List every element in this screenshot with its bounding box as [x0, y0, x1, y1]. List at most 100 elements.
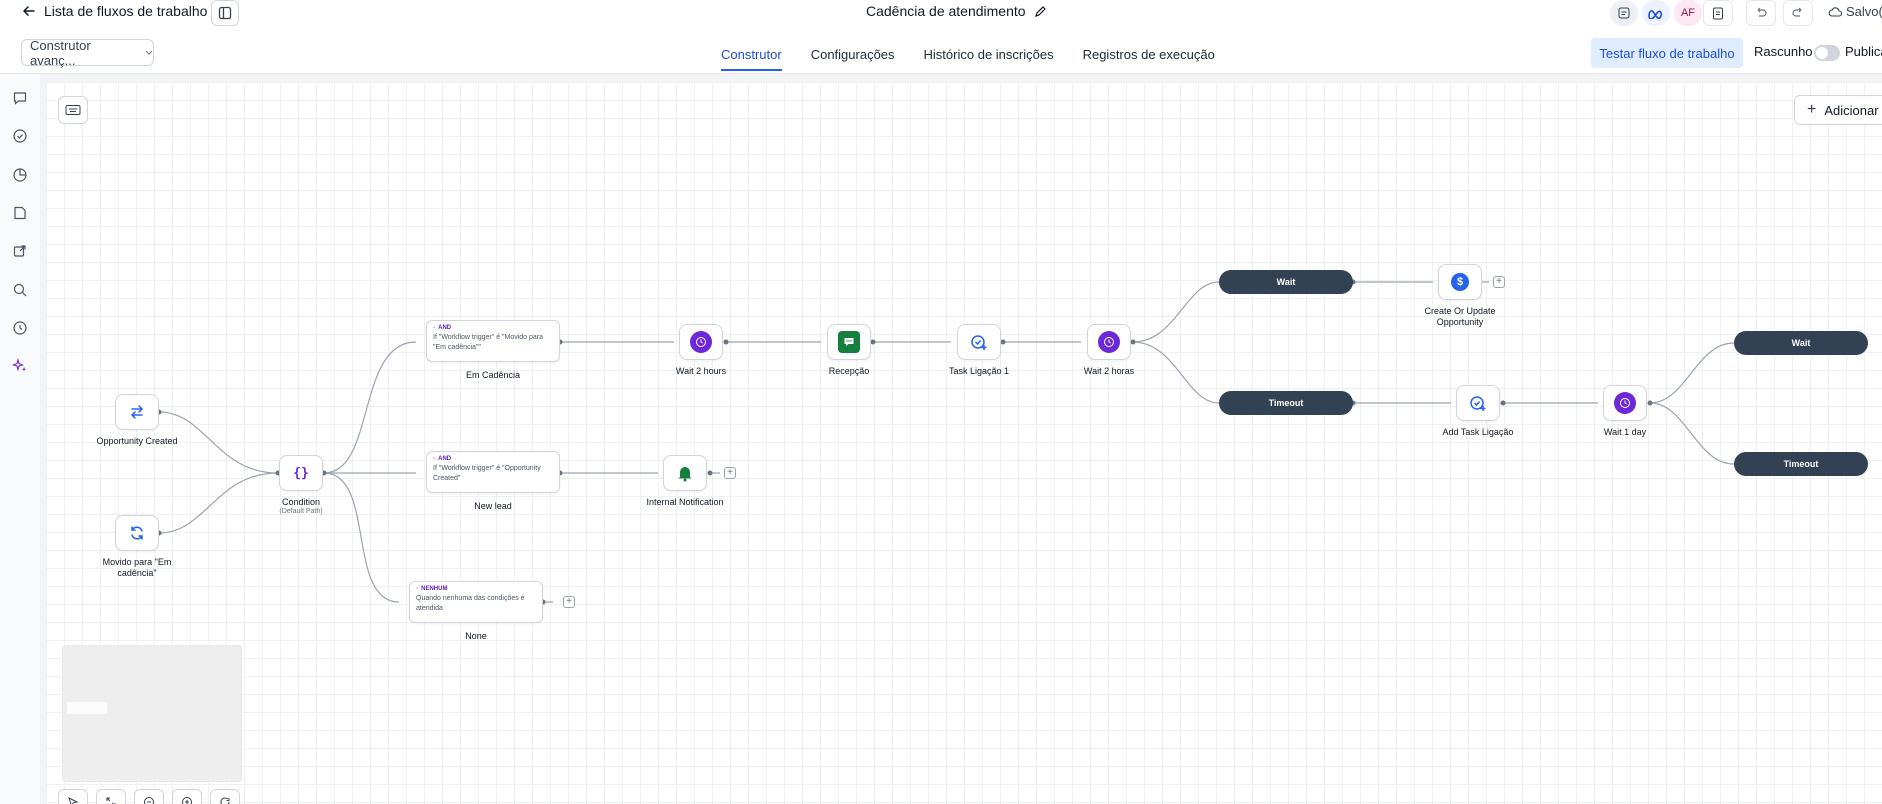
branch-label: Em Cadência [465, 370, 521, 380]
logs-button[interactable] [1703, 0, 1733, 26]
branch-wait[interactable]: Wait [1219, 270, 1353, 294]
pencil-icon[interactable] [1034, 5, 1047, 18]
sparkles-icon[interactable] [10, 356, 30, 376]
saved-label: Salvo(a) [1846, 4, 1882, 19]
edge-dot [723, 339, 729, 345]
edge-dot [1647, 400, 1653, 406]
pie-chart-icon[interactable] [10, 165, 30, 185]
test-workflow-button[interactable]: Testar fluxo de trabalho [1591, 38, 1743, 68]
publish-label: Publicar [1845, 44, 1882, 59]
action-wait-1-day[interactable] [1603, 385, 1647, 421]
dollar-icon: $ [1451, 273, 1469, 291]
avatar[interactable]: AF [1674, 0, 1702, 26]
search-icon[interactable] [10, 280, 30, 300]
action-recepcao[interactable] [827, 324, 871, 360]
branch-none[interactable]: ◦ NENHUM Quando nenhuma das condições é a… [409, 581, 543, 623]
action-label: Task Ligação 1 [948, 366, 1010, 376]
branch-em-cadencia[interactable]: ◦ AND If "Workflow trigger" é "Movido par… [426, 320, 560, 362]
branch-condition-text: Quando nenhuma das condições é atendida [416, 595, 525, 612]
workflow-title[interactable]: Cadência de atendimento [866, 3, 1047, 19]
action-add-task-ligacao[interactable] [1456, 385, 1500, 421]
zoom-out-button[interactable] [134, 789, 164, 804]
branch-timeout[interactable]: Timeout [1734, 452, 1868, 476]
back-link[interactable]: Lista de fluxos de trabalho [22, 3, 207, 19]
notes-icon[interactable] [1610, 0, 1638, 26]
bell-icon [678, 467, 692, 482]
minimap-viewport [67, 702, 107, 714]
action-label: Wait 2 horas [1083, 366, 1135, 376]
chevron-down-icon [145, 50, 153, 55]
zoom-in-button[interactable] [172, 789, 202, 804]
action-wait-2-hours[interactable] [679, 324, 723, 360]
branch-tag: ◦ AND [433, 325, 452, 331]
branch-tag: ◦ AND [433, 456, 452, 462]
action-label: Wait 2 hours [675, 366, 727, 376]
redo-button[interactable] [1783, 0, 1813, 26]
clock-icon [1614, 392, 1636, 414]
expand-icon [106, 797, 116, 804]
add-step-button[interactable]: + [724, 467, 736, 479]
document-icon[interactable] [10, 203, 30, 223]
minimap[interactable] [62, 645, 242, 782]
toggle-panel-button[interactable] [211, 0, 239, 26]
clock-icon [690, 331, 712, 353]
rotate-icon [220, 797, 230, 804]
tabs: Construtor Configurações Histórico de in… [721, 34, 1215, 74]
refresh-icon [131, 526, 143, 540]
redo-icon [1792, 7, 1802, 17]
action-internal-notification[interactable] [663, 455, 707, 491]
workflow-edges [156, 279, 1735, 605]
meta-icon[interactable] [1642, 0, 1670, 26]
edge-dot [1130, 339, 1136, 345]
zoom-in-icon [182, 797, 192, 804]
fit-view-button[interactable] [96, 789, 126, 804]
branch-condition-text: If "Workflow trigger" é "Opportunity Cre… [433, 465, 541, 482]
connected-accounts: AF [1610, 0, 1702, 26]
action-label: Wait 1 day [1603, 427, 1647, 437]
branch-new-lead[interactable]: ◦ AND If "Workflow trigger" é "Opportunit… [426, 451, 560, 493]
workflow-canvas[interactable]: + Adicionar Opportunity Created Movido p… [46, 82, 1882, 804]
check-circle-icon[interactable] [10, 126, 30, 146]
branch-timeout[interactable]: Timeout [1219, 391, 1353, 415]
task-add-icon [971, 335, 987, 350]
tab-enrollment-history[interactable]: Histórico de inscrições [924, 34, 1054, 74]
builder-select-value: Construtor avanç... [30, 37, 91, 68]
condition-label: Condition [281, 497, 321, 507]
comment-icon[interactable] [10, 88, 30, 108]
swap-arrows-icon [130, 405, 144, 419]
publish-toggle[interactable] [1814, 45, 1840, 61]
external-link-icon[interactable] [10, 241, 30, 261]
builder-select[interactable]: Construtor avanç... [21, 37, 154, 68]
action-label: Internal Notification [646, 497, 724, 507]
reset-button[interactable] [210, 789, 240, 804]
action-label: Create Or Update Opportunity [1424, 306, 1496, 327]
top-bar: Lista de fluxos de trabalho Cadência de … [0, 0, 1882, 34]
branch-label: None [465, 631, 487, 641]
sidebar-panel-icon [218, 6, 232, 20]
builder-toolbar: Construtor avanç... Construtor Configura… [0, 34, 1882, 74]
tab-builder[interactable]: Construtor [721, 34, 782, 74]
action-label: Recepção [828, 366, 870, 376]
tab-settings[interactable]: Configurações [811, 34, 895, 74]
edge [1132, 281, 1220, 343]
tab-execution-logs[interactable]: Registros de execução [1083, 34, 1215, 74]
arrow-left-icon [22, 6, 35, 16]
trigger-moved-to[interactable] [115, 515, 159, 551]
branch-tag-icon: ◦ [416, 586, 419, 592]
back-label: Lista de fluxos de trabalho [44, 3, 208, 19]
history-icon[interactable] [10, 318, 30, 338]
action-create-update-opportunity[interactable]: $ [1438, 264, 1482, 300]
branch-condition-text: If "Workflow trigger" é "Movido para "Em… [433, 334, 544, 351]
action-task-ligacao-1[interactable] [957, 324, 1001, 360]
trigger-opportunity-created[interactable] [115, 394, 159, 430]
add-step-button[interactable]: + [1493, 276, 1505, 288]
condition-node[interactable]: {} [279, 455, 323, 491]
action-wait-2-horas[interactable] [1087, 324, 1131, 360]
add-step-button[interactable]: + [563, 596, 575, 608]
branch-wait[interactable]: Wait [1734, 331, 1868, 355]
undo-button[interactable] [1746, 0, 1776, 26]
cursor-icon [68, 797, 79, 804]
pointer-tool-button[interactable] [58, 789, 88, 804]
left-sidebar [0, 74, 40, 804]
edge [323, 341, 417, 474]
